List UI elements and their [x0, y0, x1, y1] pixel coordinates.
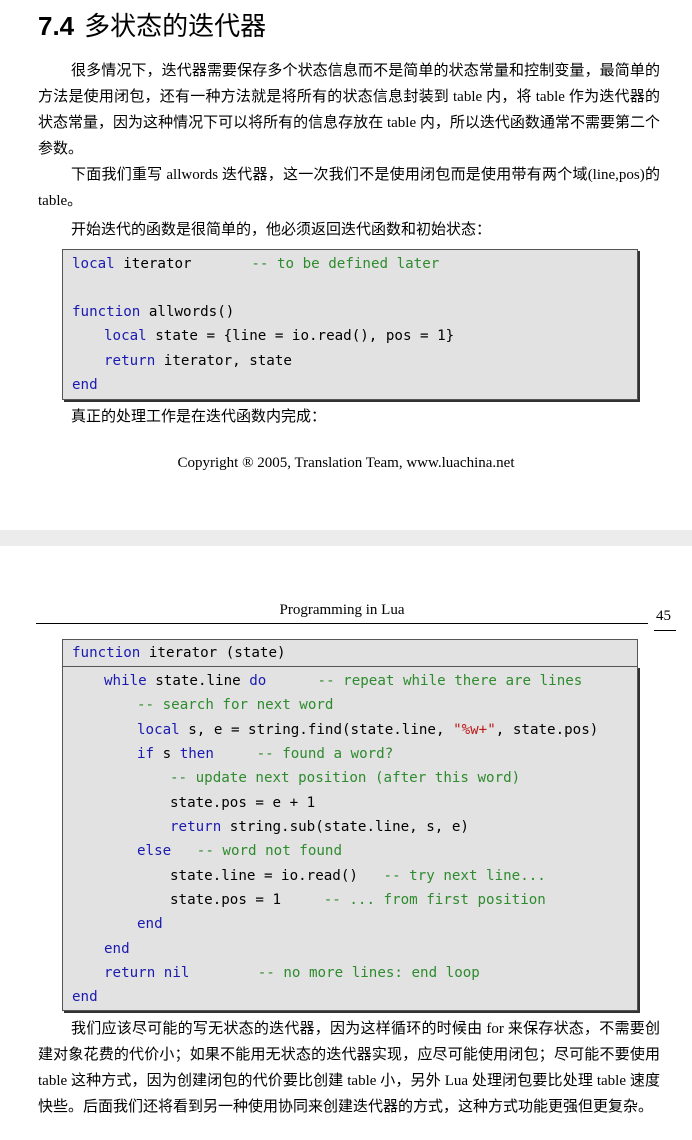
code-line: end: [72, 988, 98, 1006]
code-line: state.line = io.read() -- try next line.…: [170, 867, 546, 885]
code-comment: -- update next position (after this word…: [170, 770, 521, 786]
running-header: Programming in Lua: [279, 602, 405, 618]
code-keyword: end: [104, 941, 130, 957]
code-keyword: local: [137, 722, 180, 738]
code-comment: -- search for next word: [137, 697, 334, 713]
section-heading: 7.4 多状态的迭代器: [38, 6, 266, 43]
code-text: allwords(): [140, 304, 235, 320]
section-title: 多状态的迭代器: [84, 12, 267, 42]
paragraph-intro: 很多情况下，迭代器需要保存多个状态信息而不是简单的状态常量和控制变量，最简单的方…: [38, 63, 660, 157]
header-rule: [36, 623, 648, 624]
code-keyword: return: [104, 353, 156, 369]
code-text: iterator, state: [155, 353, 292, 369]
code-line: local s, e = string.find(state.line, "%w…: [137, 721, 598, 739]
code-block-header: function iterator (state): [62, 639, 638, 667]
code-comment: -- repeat while there are lines: [266, 673, 583, 689]
code-keyword: end: [137, 916, 163, 932]
code-line: return string.sub(state.line, s, e): [170, 818, 469, 836]
code-line: return nil -- no more lines: end loop: [104, 964, 480, 982]
code-text: state = {line = io.read(), pos = 1}: [146, 328, 455, 344]
code-keyword: local: [104, 328, 147, 344]
code-keyword: nil: [163, 965, 190, 981]
paragraph-rewrite: 下面我们重写 allwords 迭代器，这一次我们不是使用闭包而是使用带有两个域…: [38, 167, 660, 209]
code-line: end: [72, 376, 98, 394]
code-line: state.pos = e + 1: [170, 794, 315, 812]
code-keyword: return: [104, 965, 156, 981]
paragraph-processing: 真正的处理工作是在迭代函数内完成：: [71, 409, 327, 425]
code-comment: -- found a word?: [213, 746, 394, 762]
paragraph-stateless-advice: 我们应该尽可能的写无状态的迭代器，因为这样循环的时候由 for 来保存状态，不需…: [38, 1021, 660, 1115]
code-string: "%w+": [453, 722, 496, 738]
code-line: state.pos = 1 -- ... from first position: [170, 891, 546, 909]
code-comment: -- word not found: [171, 843, 343, 859]
code-line: function iterator (state): [72, 644, 286, 662]
code-text: , state.pos): [495, 722, 599, 738]
code-block-iterator: while state.line do -- repeat while ther…: [62, 666, 638, 1011]
code-keyword: if: [137, 746, 155, 762]
code-text: state.line = io.read(): [170, 868, 375, 884]
page-1: 7.4 多状态的迭代器 很多情况下，迭代器需要保存多个状态信息而不是简单的状态常量…: [0, 0, 692, 530]
code-keyword: local: [72, 256, 115, 272]
code-comment: -- ... from first position: [323, 892, 546, 908]
code-text: state.line: [146, 673, 250, 689]
paragraph-start: 开始迭代的函数是很简单的，他必须返回迭代函数和初始状态：: [71, 222, 492, 238]
page-2: Programming in Lua 45 function iterator …: [0, 546, 692, 1140]
page-number-rule: [654, 630, 676, 631]
code-comment: -- no more lines: end loop: [189, 965, 480, 981]
code-line: while state.line do -- repeat while ther…: [104, 672, 582, 690]
code-text: s: [154, 746, 180, 762]
code-line: local state = {line = io.read(), pos = 1…: [104, 327, 454, 345]
code-line: if s then -- found a word?: [137, 745, 393, 763]
code-line: local iterator -- to be defined later: [72, 255, 439, 273]
code-keyword: then: [179, 746, 214, 762]
page-separator: [0, 530, 692, 546]
page-number: 45: [656, 608, 671, 624]
code-keyword: do: [249, 673, 267, 689]
code-keyword: else: [137, 843, 172, 859]
code-line: -- search for next word: [137, 696, 333, 714]
code-line: function allwords(): [72, 303, 234, 321]
copyright-footer: Copyright ® 2005, Translation Team, www.…: [177, 455, 515, 471]
code-text: s, e = string.find(state.line,: [179, 722, 454, 738]
section-number: 7.4: [38, 11, 75, 41]
code-comment: -- try next line...: [375, 868, 546, 884]
code-line: else -- word not found: [137, 842, 342, 860]
code-line: end: [137, 915, 163, 933]
code-text: state.pos = e + 1: [170, 795, 316, 811]
code-comment: -- to be defined later: [251, 256, 440, 272]
code-line: return iterator, state: [104, 352, 292, 370]
code-text: iterator (state): [140, 645, 286, 661]
code-keyword: end: [72, 989, 98, 1005]
code-text: string.sub(state.line, s, e): [221, 819, 469, 835]
code-keyword: end: [72, 377, 98, 393]
code-keyword: function: [72, 304, 141, 320]
code-keyword: while: [104, 673, 147, 689]
code-keyword: function: [72, 645, 141, 661]
code-line: -- update next position (after this word…: [170, 769, 520, 787]
code-line: end: [104, 940, 130, 958]
code-text: state.pos = 1: [170, 892, 324, 908]
code-text: iterator: [114, 256, 252, 272]
code-block-allwords: local iterator -- to be defined later fu…: [62, 249, 638, 400]
code-keyword: return: [170, 819, 222, 835]
